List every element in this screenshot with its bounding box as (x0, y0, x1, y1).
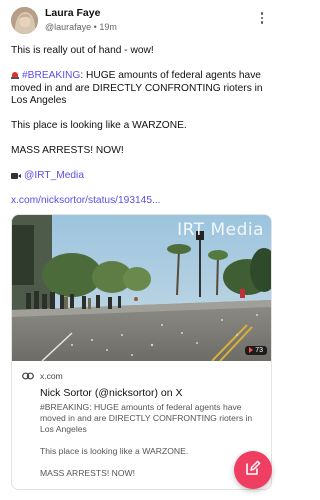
link-description-line: #BREAKING: HUGE amounts of federal agent… (40, 401, 253, 434)
compose-button[interactable] (234, 451, 272, 489)
video-camera-icon (11, 171, 21, 179)
post-paragraph: #BREAKING: HUGE amounts of federal agent… (11, 70, 270, 108)
link-description-line: This place is looking like a WARZONE. (40, 445, 189, 456)
police-siren-icon (11, 70, 19, 79)
video-badge-count: 73 (255, 346, 263, 354)
link-domain: x.com (40, 370, 63, 381)
hashtag-link[interactable]: #BREAKING (22, 70, 80, 81)
compose-pencil-icon (245, 460, 261, 481)
link-icon (22, 367, 34, 385)
watermark: IRT Media (177, 219, 264, 240)
link-preview-card[interactable]: IRT Media 73 x.com Nick Sortor (@nicksor… (11, 213, 272, 490)
link-preview-meta: x.com Nick Sortor (@nicksortor) on X #BR… (12, 361, 271, 489)
video-thumbnail[interactable]: IRT Media 73 (12, 214, 271, 361)
url-link[interactable]: x.com/nicksortor/status/193145... (11, 195, 161, 206)
link-description: #BREAKING: HUGE amounts of federal agent… (22, 402, 263, 479)
post-paragraph: @IRT_Media (11, 170, 270, 183)
video-badge: 73 (245, 345, 267, 355)
author-info: Laura Faye @laurafaye • 19m (45, 7, 254, 33)
post-paragraph: This place is looking like a WARZONE. (11, 120, 187, 131)
post-time[interactable]: 19m (99, 22, 117, 32)
post: Laura Faye @laurafaye • 19m This is real… (0, 0, 281, 490)
link-title[interactable]: Nick Sortor (@nicksortor) on X (22, 387, 263, 399)
post-paragraph: MASS ARRESTS! NOW! (11, 145, 124, 156)
mention-link[interactable]: @IRT_Media (24, 170, 84, 181)
post-paragraph: x.com/nicksortor/status/193145... (11, 195, 270, 208)
post-body: This is really out of hand - wow! #BREAK… (11, 45, 270, 208)
domain-row: x.com (22, 367, 263, 385)
play-icon (249, 347, 254, 353)
post-header: Laura Faye @laurafaye • 19m (11, 6, 270, 40)
more-options-icon[interactable] (254, 8, 270, 28)
post-paragraph: This is really out of hand - wow! (11, 45, 154, 56)
author-name[interactable]: Laura Faye (45, 7, 254, 19)
link-description-line: MASS ARRESTS! NOW! (40, 467, 136, 478)
avatar[interactable] (11, 7, 38, 34)
author-handle[interactable]: @laurafaye (45, 22, 91, 32)
author-meta: @laurafaye • 19m (45, 21, 254, 33)
